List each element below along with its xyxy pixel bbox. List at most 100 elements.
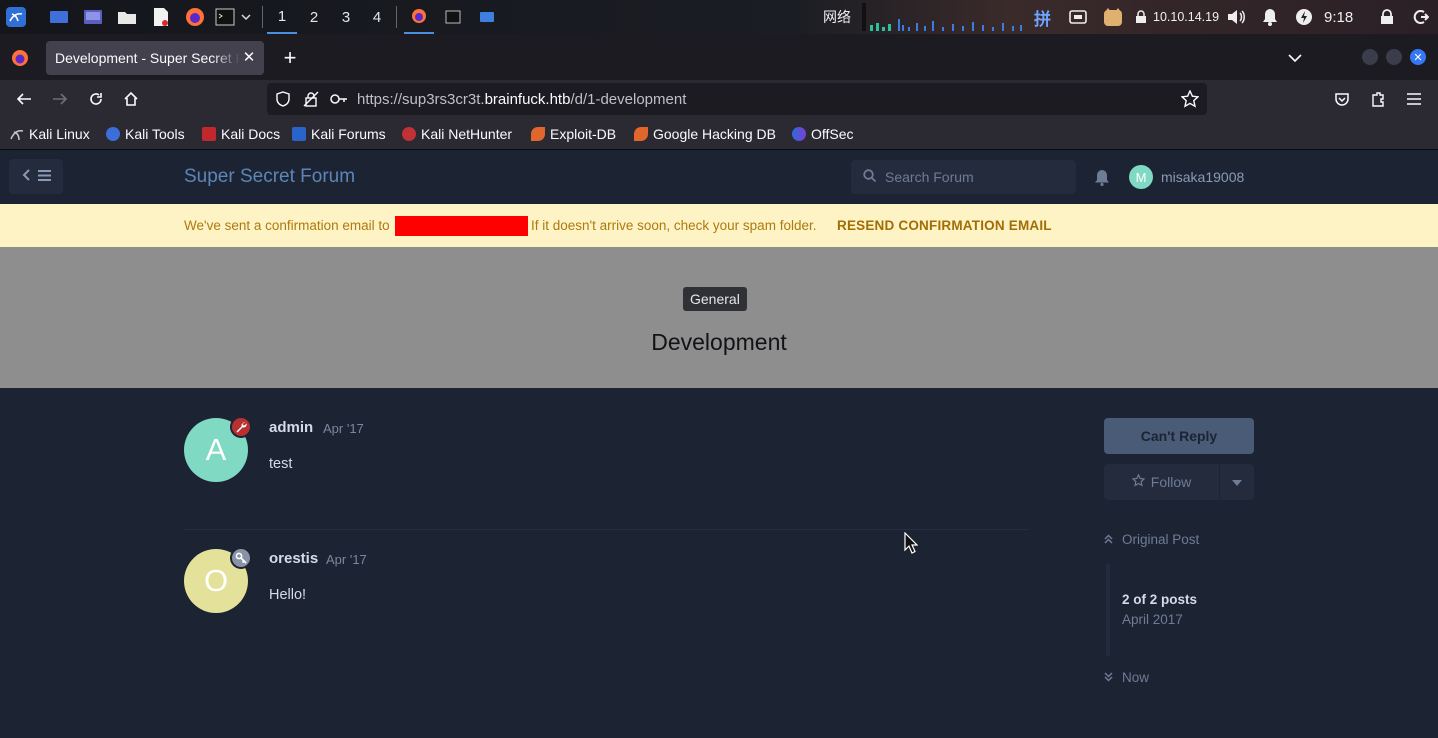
workspace-3[interactable]: 3 xyxy=(331,0,361,34)
post-item: A admin Apr '17 test xyxy=(184,416,1028,508)
kali-dragon-icon xyxy=(10,127,24,141)
new-tab-plus-icon[interactable]: + xyxy=(280,47,300,69)
volume-icon[interactable] xyxy=(1225,6,1247,28)
follow-dropdown-button[interactable] xyxy=(1220,464,1254,500)
tab-close-icon[interactable]: ✕ xyxy=(240,48,258,66)
redacted-email xyxy=(395,216,528,236)
terminal-emulator-icon[interactable] xyxy=(82,6,104,28)
back-arrow-icon[interactable] xyxy=(11,86,37,112)
scrubber-track[interactable] xyxy=(1106,564,1110,656)
bookmark-offsec[interactable]: OffSec xyxy=(792,118,854,150)
text-editor-icon[interactable] xyxy=(150,6,172,28)
terminal-launcher-icon[interactable] xyxy=(214,6,236,28)
network-label[interactable]: 网络 xyxy=(823,0,851,34)
workspace-1[interactable]: 1 xyxy=(267,0,297,34)
discussion-hero: General Development xyxy=(0,247,1438,388)
browser-tab-strip: Development - Super Secret Forum ✕ + ✕ xyxy=(0,34,1438,80)
bookmark-kali-tools[interactable]: Kali Tools xyxy=(106,118,185,150)
user-avatar[interactable]: M xyxy=(1129,165,1153,189)
forum-title[interactable]: Super Secret Forum xyxy=(184,166,355,188)
maximize-button[interactable] xyxy=(1386,49,1402,65)
follow-label: Follow xyxy=(1150,474,1192,490)
bookmark-kali-forums[interactable]: Kali Forums xyxy=(292,118,386,150)
username[interactable]: misaka19008 xyxy=(1161,169,1244,185)
browser-nav-bar: https://sup3rs3cr3t.brainfuck.htb/d/1-de… xyxy=(0,80,1438,118)
clock[interactable]: 9:18 xyxy=(1324,0,1353,34)
hamburger-menu-icon[interactable] xyxy=(1401,86,1427,112)
forward-arrow-icon[interactable] xyxy=(47,86,73,112)
discussion-title: Development xyxy=(651,329,787,355)
taskbar-window-icon[interactable] xyxy=(476,6,498,28)
cat-avatar-icon[interactable] xyxy=(1102,6,1124,28)
alert-message-part2: If it doesn't arrive soon, check your sp… xyxy=(531,218,817,233)
star-icon xyxy=(1131,473,1146,490)
search-input[interactable]: Search Forum xyxy=(851,160,1076,194)
alert-message-part1: We've sent a confirmation email to xyxy=(184,218,390,233)
back-nav-button[interactable] xyxy=(9,159,63,194)
firefox-view-icon[interactable] xyxy=(10,48,30,68)
tracking-shield-icon[interactable] xyxy=(275,91,291,112)
active-tab[interactable]: Development - Super Secret Forum ✕ xyxy=(46,41,264,75)
bookmark-kali-linux[interactable]: Kali Linux xyxy=(10,118,90,150)
bookmark-kali-docs[interactable]: Kali Docs xyxy=(202,118,280,150)
url-text: https://sup3rs3cr3t.brainfuck.htb/d/1-de… xyxy=(357,90,687,108)
vpn-lock-icon[interactable] xyxy=(1133,6,1149,28)
firefox-launcher-icon[interactable] xyxy=(184,6,206,28)
tag-badge[interactable]: General xyxy=(683,287,747,311)
post-time[interactable]: Apr '17 xyxy=(323,421,364,436)
cant-reply-button[interactable]: Can't Reply xyxy=(1104,418,1254,454)
insecure-lock-icon[interactable] xyxy=(303,91,319,112)
follow-button[interactable]: Follow xyxy=(1104,464,1219,500)
bookmark-google-hacking-db[interactable]: Google Hacking DB xyxy=(634,118,776,150)
post-author[interactable]: orestis xyxy=(269,550,318,567)
double-chevron-down-icon xyxy=(1104,670,1113,685)
os-top-panel: 1 2 3 4 网络 拼 10.10.14.19 9:18 xyxy=(0,0,1438,34)
lock-screen-icon[interactable] xyxy=(1376,6,1398,28)
logout-icon[interactable] xyxy=(1410,6,1432,28)
url-bar[interactable]: https://sup3rs3cr3t.brainfuck.htb/d/1-de… xyxy=(267,83,1207,115)
confirmation-alert: We've sent a confirmation email to If it… xyxy=(0,204,1438,247)
ip-address: 10.10.14.19 xyxy=(1153,10,1220,24)
bookmark-exploit-db[interactable]: Exploit-DB xyxy=(531,118,616,150)
file-manager-icon[interactable] xyxy=(116,6,138,28)
original-post-link[interactable]: Original Post xyxy=(1104,532,1199,547)
notifications-bell-icon[interactable] xyxy=(1094,169,1112,187)
pocket-icon[interactable] xyxy=(1329,86,1355,112)
mouse-cursor-icon xyxy=(904,531,919,559)
clipboard-icon[interactable] xyxy=(1067,6,1089,28)
show-desktop-icon[interactable] xyxy=(48,6,70,28)
bookmarks-toolbar: Kali Linux Kali Tools Kali Docs Kali For… xyxy=(0,118,1438,150)
menu-bars-icon xyxy=(37,168,51,186)
notification-bell-icon[interactable] xyxy=(1259,6,1281,28)
window-close-icon[interactable]: ✕ xyxy=(1410,49,1426,65)
chevron-down-icon[interactable] xyxy=(238,6,254,28)
post-body: Hello! xyxy=(269,587,307,603)
extensions-icon[interactable] xyxy=(1365,86,1391,112)
input-method-indicator[interactable]: 拼 xyxy=(1034,0,1051,34)
home-icon[interactable] xyxy=(118,86,144,112)
post-divider xyxy=(184,529,1028,530)
kali-forums-icon xyxy=(292,127,306,141)
bookmark-star-icon[interactable] xyxy=(1180,89,1200,113)
bookmark-kali-nethunter[interactable]: Kali NetHunter xyxy=(402,118,512,150)
post-time[interactable]: Apr '17 xyxy=(326,552,367,567)
minimize-button[interactable] xyxy=(1362,49,1378,65)
power-manager-icon[interactable] xyxy=(1293,6,1315,28)
reload-icon[interactable] xyxy=(83,86,109,112)
list-all-tabs-icon[interactable] xyxy=(1288,50,1304,64)
post-author[interactable]: admin xyxy=(269,419,313,436)
workspace-2[interactable]: 2 xyxy=(299,0,329,34)
forum-header: Super Secret Forum Search Forum M misaka… xyxy=(0,151,1438,204)
key-icon[interactable] xyxy=(330,92,348,111)
kali-docs-icon xyxy=(202,127,216,141)
key-badge-icon xyxy=(230,547,252,569)
taskbar-terminal-icon[interactable] xyxy=(442,6,464,28)
kali-menu-icon[interactable] xyxy=(5,6,27,28)
search-placeholder: Search Forum xyxy=(885,169,974,185)
resend-confirmation-button[interactable]: RESEND CONFIRMATION EMAIL xyxy=(837,218,1052,233)
search-icon xyxy=(863,169,877,185)
taskbar-firefox-icon[interactable] xyxy=(404,0,434,34)
now-link[interactable]: Now xyxy=(1104,670,1149,685)
workspace-4[interactable]: 4 xyxy=(362,0,392,34)
wrench-badge-icon xyxy=(230,416,252,438)
